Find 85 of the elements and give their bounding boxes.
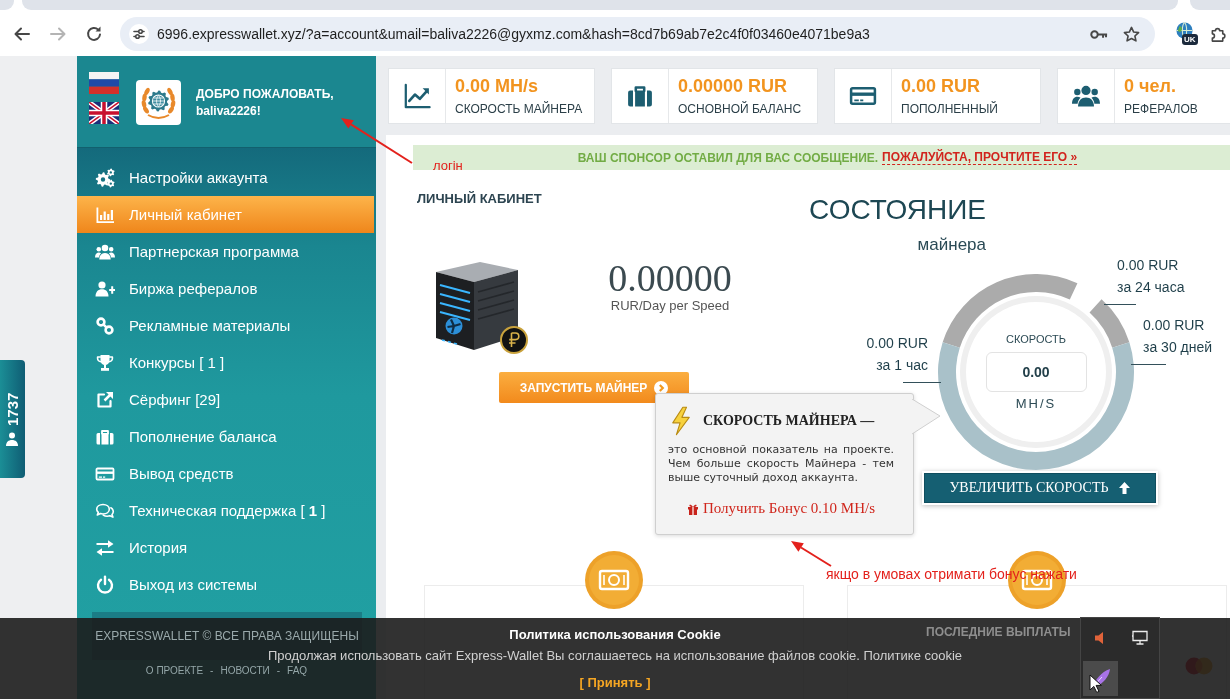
footer-link[interactable]: О ПРОЕКТЕ [145,665,204,676]
cursor-icon [1089,674,1103,694]
footer-link[interactable]: FAQ [287,665,308,676]
period-amount: 0.00 RUR [1143,316,1205,335]
gauge-speed-value: 0.00 [985,352,1087,392]
stat-label: ОСНОВНОЙ БАЛАНС [678,101,802,117]
star-icon[interactable] [1123,25,1140,43]
sidebar-menu-item[interactable]: История [77,529,374,566]
accept-button[interactable]: [ Принять ] [579,674,651,692]
sidebar-menu-item[interactable]: Вывод средств [77,455,374,492]
gears-icon [95,167,115,188]
sidebar-menu-item[interactable]: Рекламные материалы [77,307,374,344]
link-icon [95,315,115,336]
cookie-title: Политика использования Cookie [509,626,721,644]
user-plus-icon [95,278,115,299]
start-miner-button[interactable]: ЗАПУСТИТЬ МАЙНЕР [499,372,689,403]
sidebar-menu-item[interactable]: Сёрфинг [29] [77,381,374,418]
gauge-speed-label: СКОРОСТЬ [1006,332,1066,346]
stat-value: 0.00 RUR [901,75,982,97]
ruble-coin-icon [500,326,528,354]
russian-flag-icon[interactable] [89,72,119,94]
sidebar-menu-item[interactable]: Конкурсы [ 1 ] [77,344,374,381]
notice-text: ВАШ СПОНСОР ОСТАВИЛ ДЛЯ ВАС СООБЩЕНИЕ. [577,150,879,165]
status-subtitle: майнера [917,235,986,255]
welcome-text: ДОБРО ПОЖАЛОВАТЬ, baliva2226! [196,86,335,120]
trophy-icon [95,352,115,373]
leader-line [1104,304,1136,305]
stat-value: 0 чел. [1124,75,1177,97]
power-icon [95,574,115,595]
person-icon [6,431,19,446]
extension-badge: UK [1182,34,1198,45]
sidebar-menu-item[interactable]: Пополнение баланса [77,418,374,455]
reload-icon[interactable] [85,25,103,43]
tooltip-title: СКОРОСТЬ МАЙНЕРА — [703,413,875,429]
footer-link[interactable]: НОВОСТИ [220,665,270,676]
sidebar-menu-item[interactable]: Техническая поддержка [ 1 ] [77,492,374,529]
site-settings-icon[interactable] [129,24,149,44]
logo-icon[interactable] [136,80,181,125]
link-separator: - [210,665,214,676]
sidebar-menu-item[interactable]: Партнерская программа [77,233,374,270]
back-icon[interactable] [13,25,31,43]
stat-label: РЕФЕРАЛОВ [1124,101,1198,117]
period-label: за 24 часа [1117,278,1185,297]
read-message-link[interactable]: ПОЖАЛУЙСТА, ПРОЧТИТЕ ЕГО » [882,150,1078,165]
history-title: ПОСЛЕДНИЕ ВЫПЛАТЫ [926,625,1071,639]
bonus-link[interactable]: Получить Бонус 0.10 MH/s [686,500,876,517]
boost-speed-button[interactable]: УВЕЛИЧИТЬ СКОРОСТЬ [924,473,1156,503]
earnings-unit: RUR/Day per Speed [610,298,730,314]
section-title: ЛИЧНЫЙ КАБИНЕТ [417,191,542,207]
external-link-icon [95,389,115,410]
cookie-text: Продолжая использовать сайт Express-Wallet Вы соглашаетесь на использование файлов cookie. Политике cookie [267,647,963,665]
period-amount: 0.00 RUR [866,334,928,353]
monitor-icon[interactable] [1130,630,1149,646]
copyright-text: EXPRESSWALLET © ВСЕ ПРАВА ЗАЩИЩЕНЫ [95,629,359,643]
address-bar[interactable]: 6996.expresswallet.xyz/?a=account&umail=baliva2226@gyxmz.com&hash=8cd7b69ab7e2c4f0f03460e4071be9a3 [120,17,1155,51]
line-chart-icon [403,82,431,110]
gift-icon [686,502,699,515]
stat-value: 0.00000 RUR [678,75,789,97]
leader-line [903,382,941,383]
british-flag-icon[interactable] [89,102,119,124]
leader-line [1131,364,1166,365]
stat-label: СКОРОСТЬ МАЙНЕРА [455,101,583,117]
link-separator: - [276,665,281,676]
arrow-up-icon [1117,481,1131,495]
sidebar-menu-item[interactable]: Настройки аккаунта [77,159,374,196]
tooltip-text: это основной показатель на проекте. Чем больше скорость Майнера - тем выше суточный доход аккаунта. [668,443,894,485]
sidebar-menu-item[interactable]: Личный кабинет [77,196,374,233]
puzzle-icon[interactable] [1210,25,1227,43]
period-label: за 1 час [876,356,928,375]
earnings-value: 0.00000 [608,258,732,298]
period-amount: 0.00 RUR [1117,256,1179,275]
lightning-icon [670,406,692,436]
annotation-arrow [791,541,832,567]
gauge-upper-arc [1089,299,1130,348]
gauge-speed-unit: MH/S [1015,396,1057,412]
annotation-arrow [341,118,413,164]
status-title: СОСТОЯНИЕ [809,194,986,226]
sidebar-menu-item[interactable]: Биржа рефералов [77,270,374,307]
stat-value: 0.00 MH/s [455,75,540,97]
period-label: за 30 дней [1143,338,1213,357]
stat-label: ПОПОЛНЕННЫЙ [901,101,998,117]
annotation-text: логін [433,158,463,173]
sidebar-menu-item[interactable]: Выход из системы [77,566,374,603]
online-counter-tab[interactable]: 1737 [0,360,25,478]
key-icon[interactable] [1090,28,1108,40]
